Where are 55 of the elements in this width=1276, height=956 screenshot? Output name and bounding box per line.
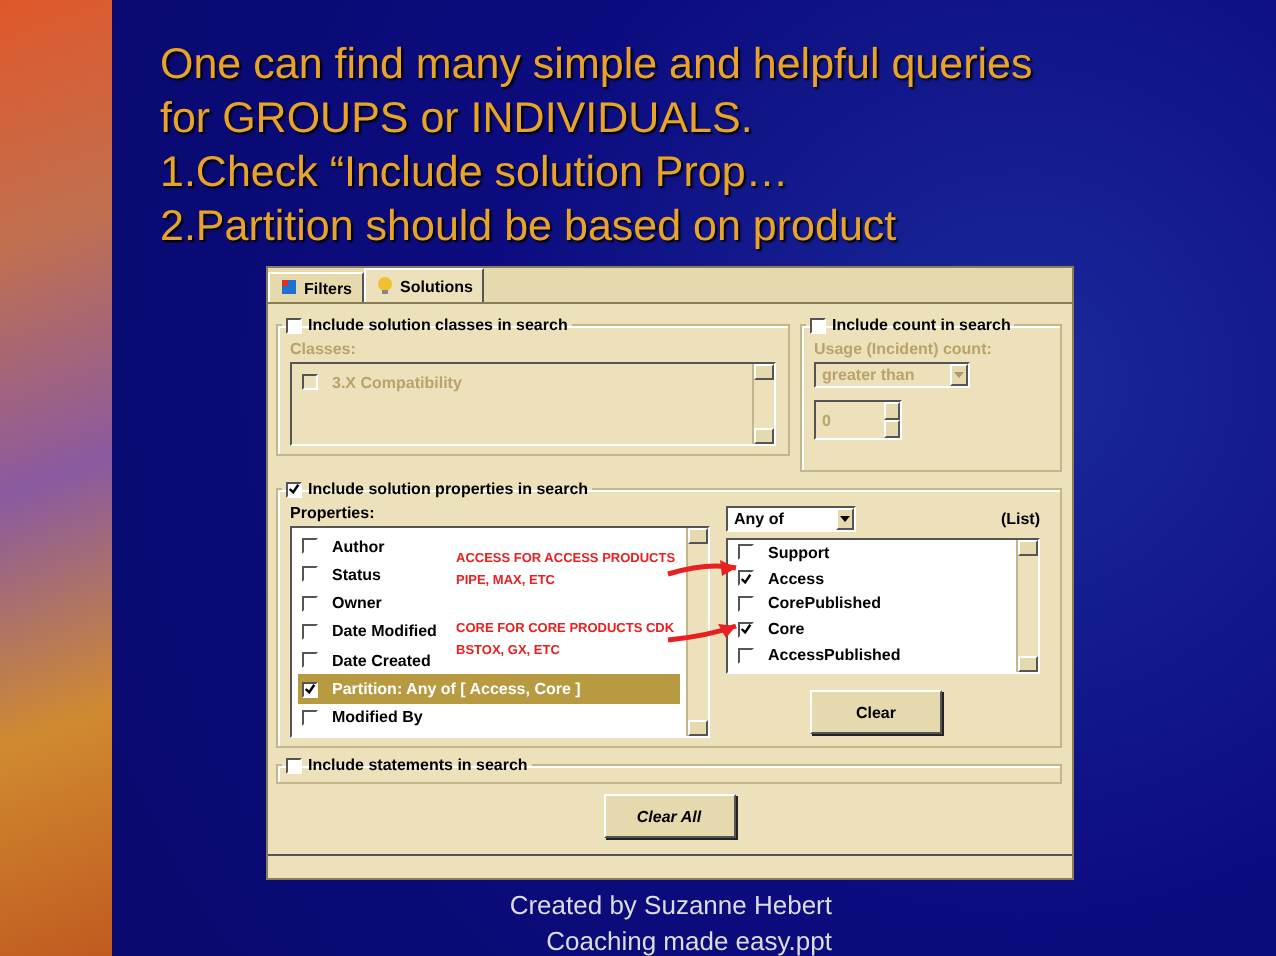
cube-icon [280, 277, 298, 299]
list-caption: (List) [1000, 510, 1040, 528]
checkbox[interactable] [302, 374, 318, 391]
checkbox[interactable] [302, 652, 318, 669]
checkbox-label: Include solution classes in search [308, 316, 568, 334]
list-item: Owner [332, 594, 382, 613]
field-label: Classes: [290, 340, 358, 358]
slide-title-line: One can find many simple and helpful queries [160, 38, 1035, 92]
lightbulb-icon [376, 275, 395, 297]
clear-button[interactable]: Clear [810, 690, 942, 734]
arrow [667, 560, 737, 577]
checkbox[interactable] [302, 681, 318, 698]
checkbox[interactable] [738, 570, 754, 587]
footer-text: Coaching made easy.ppt [546, 924, 832, 956]
list-row[interactable]: Modified By [298, 703, 427, 732]
list-row[interactable]: Author [298, 532, 389, 561]
scrollbar[interactable] [686, 528, 708, 736]
list-item: Date Modified [332, 622, 437, 641]
checkbox-label: Include solution properties in search [308, 480, 589, 498]
list-item[interactable]: CorePublished [768, 594, 881, 613]
slide-title-line: for GROUPS or INDIVIDUALS. [160, 92, 755, 146]
tab[interactable]: Solutions [364, 268, 485, 302]
list-row[interactable]: Owner [298, 589, 386, 618]
list-item[interactable]: AccessPublished [768, 646, 901, 665]
list-item[interactable]: Support [768, 543, 830, 562]
list-row[interactable]: Status [298, 560, 385, 590]
checkbox[interactable] [738, 621, 754, 638]
list-box[interactable]: Support Access CorePublished Core AccessPublished [726, 538, 1040, 674]
footer-text: Created by Suzanne Hebert [509, 888, 832, 924]
tab[interactable]: Filters [268, 272, 365, 302]
checkbox[interactable] [286, 481, 302, 497]
list-item: Modified By [332, 708, 423, 727]
checkbox-label: Include count in search [832, 316, 1011, 334]
checkbox[interactable] [286, 317, 302, 333]
list-row[interactable]: Date Created [298, 646, 435, 675]
list-item: Date Created [332, 651, 431, 670]
list-item[interactable]: Core [768, 620, 805, 639]
list-item: Status [332, 565, 381, 584]
field-label: Properties: [290, 504, 377, 522]
list-item: Partition: Any of [ Access, Core ] [332, 680, 581, 699]
slide-title-line: 2.Partition should be based on product [160, 200, 899, 254]
dropdown[interactable]: Any of [726, 506, 856, 532]
slide-title-line: 1.Check “Include solution Prop… [160, 146, 791, 200]
list-row[interactable]: Date Modified [298, 617, 441, 647]
scrollbar[interactable] [752, 364, 774, 444]
caret-icon [836, 508, 854, 530]
checkbox[interactable] [810, 317, 826, 333]
checkbox[interactable] [286, 757, 302, 773]
field-label: Usage (Incident) count: [814, 340, 994, 358]
clear-all-button[interactable]: Clear All [603, 794, 735, 838]
scrollbar[interactable] [1016, 540, 1038, 672]
caret-icon [950, 364, 968, 386]
checkbox-label: Include statements in search [308, 756, 528, 774]
list-item: Author [332, 537, 385, 556]
list-item[interactable]: Access [768, 569, 825, 588]
